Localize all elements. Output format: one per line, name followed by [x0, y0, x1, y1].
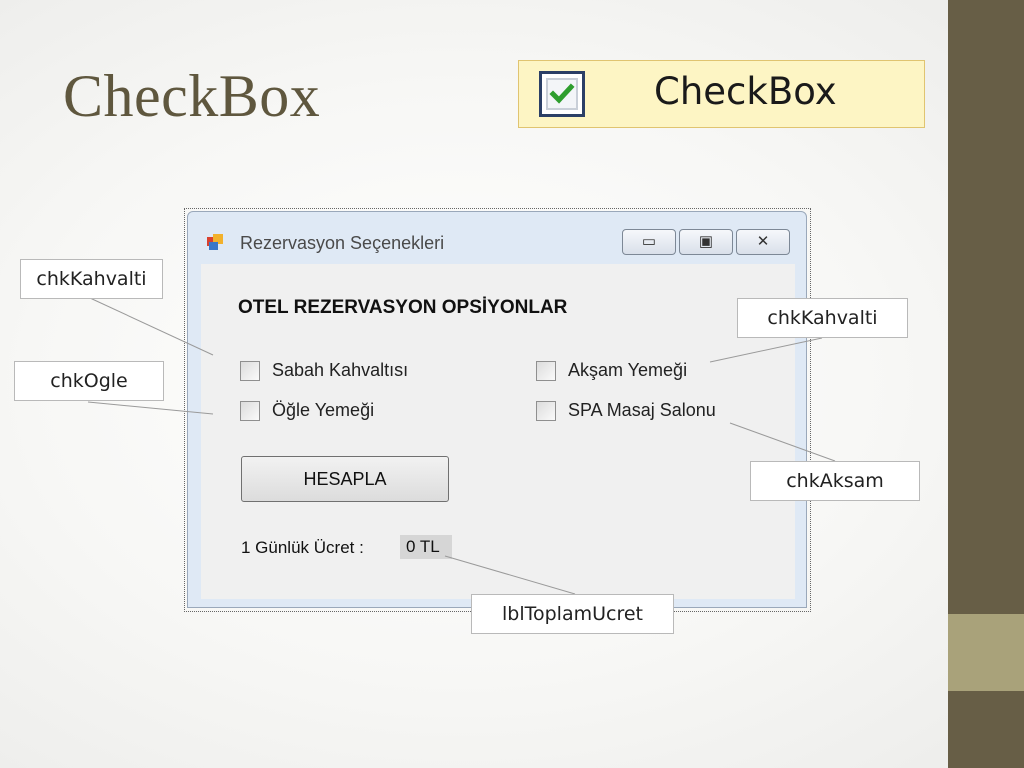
callout-lbl-toplam-ucret: lblToplamUcret — [471, 594, 674, 634]
callout-chk-kahvalti-left: chkKahvalti — [20, 259, 163, 299]
side-decoration-accent — [948, 614, 1024, 691]
callout-chk-kahvalti-right: chkKahvalti — [737, 298, 908, 338]
callout-chk-aksam: chkAksam — [750, 461, 920, 501]
callout-chk-ogle: chkOgle — [14, 361, 164, 401]
